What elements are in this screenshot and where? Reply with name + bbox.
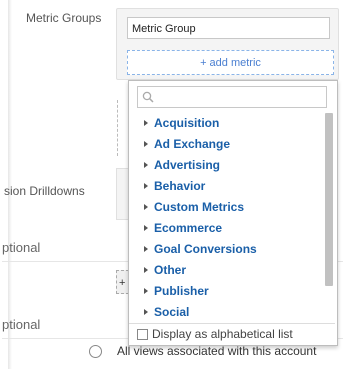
optional-label: ptional: [2, 317, 41, 332]
dropdown-footer: Display as alphabetical list: [129, 323, 335, 345]
dimension-drilldowns-label: sion Drilldowns: [4, 184, 85, 198]
add-metric-button[interactable]: + add metric: [127, 50, 334, 75]
optional-label: ptional: [2, 240, 41, 255]
caret-right-icon: [144, 267, 148, 273]
caret-right-icon: [144, 141, 148, 147]
metric-groups-label: Metric Groups: [26, 11, 102, 25]
search-icon: [142, 91, 154, 103]
category-social[interactable]: Social: [129, 302, 325, 319]
all-views-radio[interactable]: [89, 345, 102, 358]
category-custom-metrics[interactable]: Custom Metrics: [129, 197, 325, 218]
caret-right-icon: [144, 120, 148, 126]
caret-right-icon: [144, 183, 148, 189]
metric-search-input[interactable]: [137, 86, 327, 108]
metric-picker-dropdown: Acquisition Ad Exchange Advertising Beha…: [128, 80, 338, 346]
alphabetical-checkbox[interactable]: [137, 329, 148, 340]
category-advertising[interactable]: Advertising: [129, 155, 325, 176]
caret-right-icon: [144, 309, 148, 315]
caret-right-icon: [144, 204, 148, 210]
metric-category-list: Acquisition Ad Exchange Advertising Beha…: [129, 113, 325, 319]
category-publisher[interactable]: Publisher: [129, 281, 325, 302]
metric-group-name-input[interactable]: Metric Group: [127, 17, 330, 39]
all-views-label[interactable]: All views associated with this account: [117, 344, 316, 358]
category-behavior[interactable]: Behavior: [129, 176, 325, 197]
dashed-placeholder: [117, 100, 128, 156]
caret-right-icon: [144, 225, 148, 231]
alphabetical-label[interactable]: Display as alphabetical list: [152, 327, 293, 341]
category-goal-conversions[interactable]: Goal Conversions: [129, 239, 325, 260]
scrollbar-thumb[interactable]: [325, 113, 333, 286]
category-acquisition[interactable]: Acquisition: [129, 113, 325, 134]
category-ad-exchange[interactable]: Ad Exchange: [129, 134, 325, 155]
caret-right-icon: [144, 246, 148, 252]
category-other[interactable]: Other: [129, 260, 325, 281]
caret-right-icon: [144, 288, 148, 294]
category-ecommerce[interactable]: Ecommerce: [129, 218, 325, 239]
caret-right-icon: [144, 162, 148, 168]
